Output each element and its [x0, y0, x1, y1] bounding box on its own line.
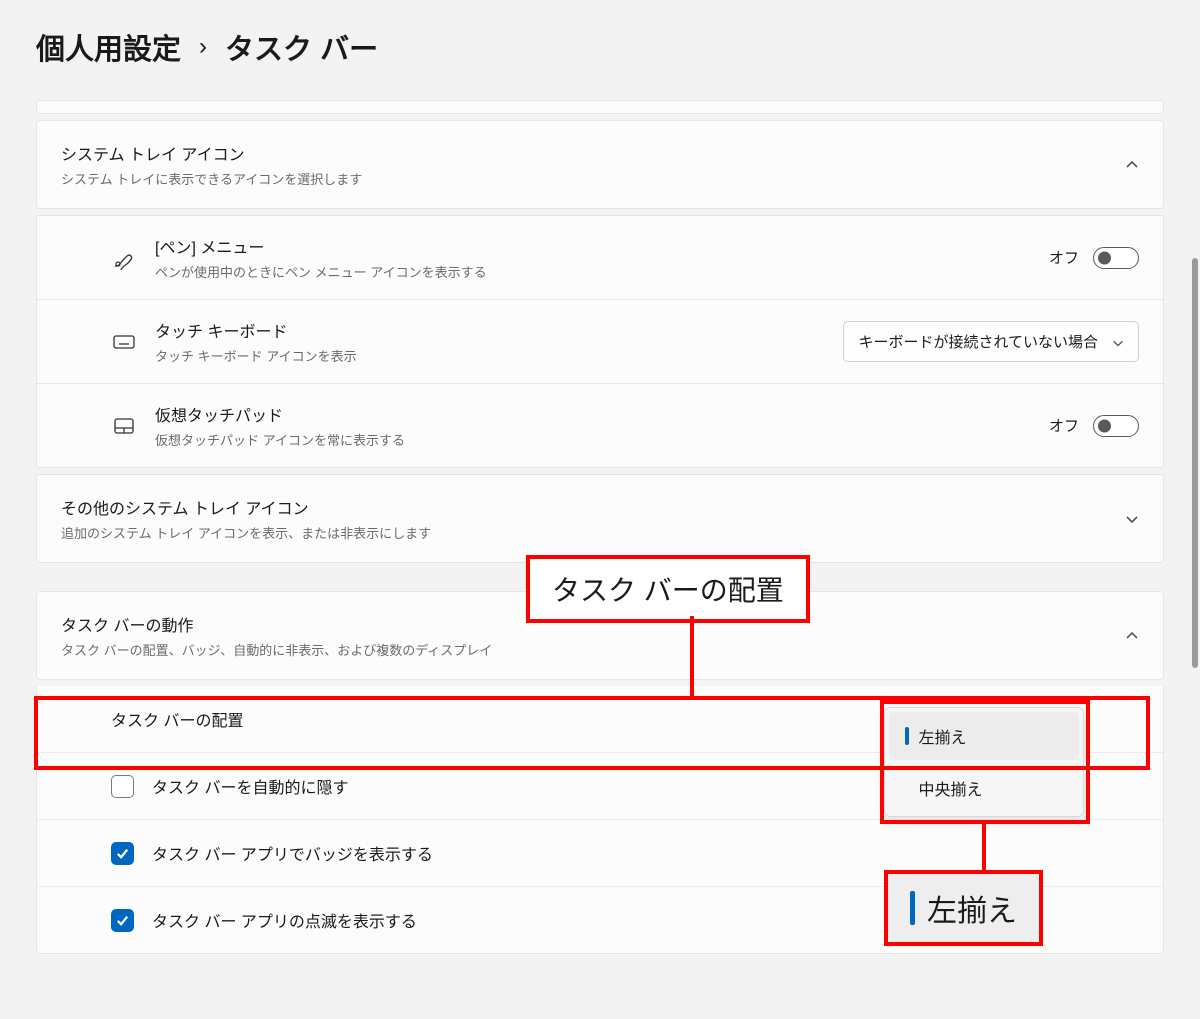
scrollbar[interactable] — [1192, 258, 1198, 668]
checkbox-label: タスク バー アプリの点滅を表示する — [152, 908, 417, 932]
alignment-label: タスク バーの配置 — [111, 707, 243, 731]
chevron-down-icon[interactable] — [1125, 512, 1139, 526]
section-title: その他のシステム トレイ アイコン — [61, 495, 431, 519]
option-label: 左揃え — [919, 724, 967, 748]
row-title: 仮想タッチパッド — [155, 402, 1031, 426]
checkbox-label: タスク バーを自動的に隠す — [152, 774, 348, 798]
dropdown-touch-keyboard[interactable]: キーボードが接続されていない場合 — [843, 321, 1139, 362]
section-title: システム トレイ アイコン — [61, 141, 362, 165]
toggle-virtual-touchpad[interactable] — [1093, 415, 1139, 437]
annotation-callout-selected: 左揃え — [884, 870, 1043, 946]
row-touch-keyboard: タッチ キーボード タッチ キーボード アイコンを表示 キーボードが接続されてい… — [36, 300, 1164, 384]
touchpad-icon — [111, 413, 137, 439]
toggle-state-label: オフ — [1049, 247, 1079, 268]
row-subtitle: 仮想タッチパッド アイコンを常に表示する — [155, 430, 1031, 449]
breadcrumb-current: タスク バー — [225, 26, 378, 68]
option-label: 中央揃え — [919, 776, 983, 800]
annotation-connector — [690, 616, 694, 698]
dropdown-value: キーボードが接続されていない場合 — [858, 331, 1098, 352]
section-other-tray[interactable]: その他のシステム トレイ アイコン 追加のシステム トレイ アイコンを表示、また… — [36, 474, 1164, 563]
alignment-popup: 左揃え 中央揃え — [884, 707, 1084, 817]
section-subtitle: 追加のシステム トレイ アイコンを表示、または非表示にします — [61, 523, 431, 542]
row-subtitle: ペンが使用中のときにペン メニュー アイコンを表示する — [155, 262, 1031, 281]
toggle-pen-menu[interactable] — [1093, 247, 1139, 269]
toggle-state-label: オフ — [1049, 415, 1079, 436]
row-title: タッチ キーボード — [155, 318, 825, 342]
row-subtitle: タッチ キーボード アイコンを表示 — [155, 346, 825, 365]
callout-label: 左揃え — [927, 886, 1017, 930]
row-pen-menu: [ペン] メニュー ペンが使用中のときにペン メニュー アイコンを表示する オフ — [36, 215, 1164, 300]
breadcrumb-parent[interactable]: 個人用設定 — [36, 26, 181, 68]
row-title: [ペン] メニュー — [155, 234, 1031, 258]
selection-indicator — [905, 727, 909, 745]
row-virtual-touchpad: 仮想タッチパッド 仮想タッチパッド アイコンを常に表示する オフ — [36, 384, 1164, 468]
checkbox-label: タスク バー アプリでバッジを表示する — [152, 841, 433, 865]
section-title: タスク バーの動作 — [61, 612, 492, 636]
checkbox-auto-hide[interactable] — [111, 775, 134, 798]
chevron-up-icon[interactable] — [1125, 629, 1139, 643]
annotation-connector — [982, 824, 986, 870]
collapsed-panel-stub[interactable] — [36, 100, 1164, 114]
section-system-tray[interactable]: システム トレイ アイコン システム トレイに表示できるアイコンを選択します — [36, 120, 1164, 209]
section-subtitle: システム トレイに表示できるアイコンを選択します — [61, 169, 362, 188]
selection-indicator — [910, 891, 915, 925]
annotation-callout-title: タスク バーの配置 — [526, 555, 810, 623]
alignment-option-center[interactable]: 中央揃え — [889, 764, 1079, 812]
breadcrumb: 個人用設定 › タスク バー — [0, 0, 1200, 100]
section-subtitle: タスク バーの配置、バッジ、自動的に非表示、および複数のディスプレイ — [61, 640, 492, 659]
breadcrumb-separator: › — [199, 33, 207, 61]
pen-icon — [111, 245, 137, 271]
checkbox-show-flashing[interactable] — [111, 909, 134, 932]
chevron-down-icon — [1112, 336, 1124, 348]
alignment-option-left[interactable]: 左揃え — [889, 712, 1079, 760]
chevron-up-icon[interactable] — [1125, 158, 1139, 172]
keyboard-icon — [111, 329, 137, 355]
checkbox-show-badges[interactable] — [111, 842, 134, 865]
